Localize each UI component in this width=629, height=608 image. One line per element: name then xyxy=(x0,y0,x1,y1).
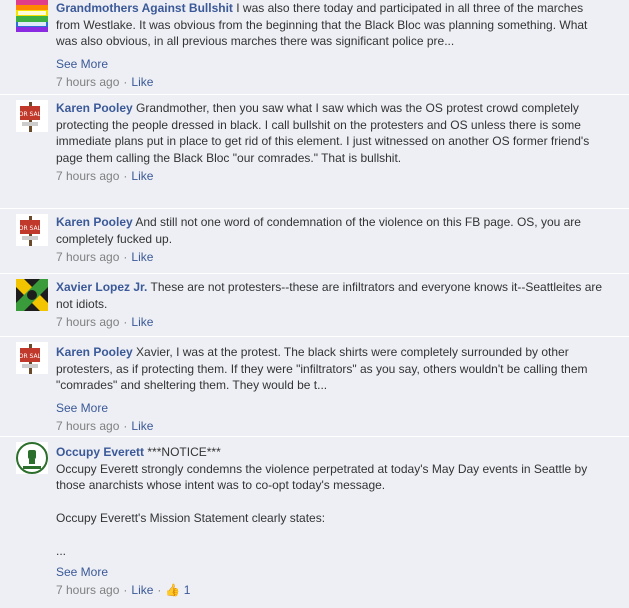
thumbs-up-icon: 👍 xyxy=(165,582,181,597)
comment-timestamp[interactable]: 7 hours ago xyxy=(56,583,119,597)
like-count-value: 1 xyxy=(183,582,191,597)
comment-item: Grandmothers Against Bullshit I was also… xyxy=(0,0,629,95)
comment-body: Karen Pooley And still not one word of c… xyxy=(56,210,609,247)
like-link[interactable]: Like xyxy=(131,583,153,597)
comment-body: Xavier Lopez Jr. These are not protester… xyxy=(56,275,609,312)
rainbow-strike-avatar[interactable] xyxy=(16,0,48,32)
comment-author[interactable]: Xavier Lopez Jr. xyxy=(56,280,147,294)
like-link[interactable]: Like xyxy=(131,250,153,264)
comment-author[interactable]: Karen Pooley xyxy=(56,345,133,359)
svg-text:FOR SALE: FOR SALE xyxy=(16,353,45,360)
comment-item: Xavier Lopez Jr. These are not protester… xyxy=(0,275,629,337)
for-sale-sign-avatar[interactable]: FOR SALE xyxy=(16,214,48,246)
comment-item: FOR SALE Karen Pooley Grandmother, then … xyxy=(0,96,629,209)
comment-author[interactable]: Karen Pooley xyxy=(56,215,133,229)
comment-timestamp[interactable]: 7 hours ago xyxy=(56,419,119,433)
like-link[interactable]: Like xyxy=(131,419,153,433)
comment-item: Occupy Everett ***NOTICE*** Occupy Evere… xyxy=(0,438,629,608)
comment-meta: 7 hours ago · Like · 👍 1 xyxy=(56,582,191,597)
comment-text: Xavier, I was at the protest. The black … xyxy=(56,345,588,392)
comment-author[interactable]: Occupy Everett xyxy=(56,445,144,459)
comment-meta: 7 hours ago · Like xyxy=(56,74,154,89)
see-more-link[interactable]: See More xyxy=(56,56,609,72)
comment-timestamp[interactable]: 7 hours ago xyxy=(56,250,119,264)
comment-body: Karen Pooley Xavier, I was at the protes… xyxy=(56,338,609,394)
see-more-link[interactable]: See More xyxy=(56,564,609,580)
comment-feed: Grandmothers Against Bullshit I was also… xyxy=(0,0,629,608)
comment-text-line: Occupy Everett strongly condemns the vio… xyxy=(56,461,588,493)
comment-author[interactable]: Grandmothers Against Bullshit xyxy=(56,1,233,15)
x-flag-avatar[interactable] xyxy=(16,279,48,311)
svg-text:FOR SALE: FOR SALE xyxy=(16,225,45,232)
comment-timestamp[interactable]: 7 hours ago xyxy=(56,75,119,89)
like-link[interactable]: Like xyxy=(131,75,153,89)
raised-fist-avatar[interactable] xyxy=(16,442,48,474)
comment-timestamp[interactable]: 7 hours ago xyxy=(56,169,119,183)
comment-item: FOR SALE Karen Pooley Xavier, I was at t… xyxy=(0,338,629,437)
comment-text: Grandmother, then you saw what I saw whi… xyxy=(56,101,590,165)
comment-body: Occupy Everett ***NOTICE*** Occupy Evere… xyxy=(56,438,609,560)
comment-meta: 7 hours ago · Like xyxy=(56,250,154,264)
comment-meta: 7 hours ago · Like xyxy=(56,315,154,329)
comment-author[interactable]: Karen Pooley xyxy=(56,101,133,115)
for-sale-sign-avatar[interactable]: FOR SALE xyxy=(16,342,48,374)
comment-text: ***NOTICE*** xyxy=(147,445,221,459)
like-link[interactable]: Like xyxy=(131,315,153,329)
comment-meta: 7 hours ago · Like xyxy=(56,418,154,433)
comment-text-line: Occupy Everett's Mission Statement clear… xyxy=(56,511,326,525)
comment-text-line: ... xyxy=(56,544,67,558)
comment-timestamp[interactable]: 7 hours ago xyxy=(56,315,119,329)
for-sale-sign-avatar[interactable]: FOR SALE xyxy=(16,100,48,132)
see-more-link[interactable]: See More xyxy=(56,400,609,416)
comment-text: And still not one word of condemnation o… xyxy=(56,215,581,246)
comment-meta: 7 hours ago · Like xyxy=(56,169,154,183)
like-link[interactable]: Like xyxy=(131,169,153,183)
comment-item: FOR SALE Karen Pooley And still not one … xyxy=(0,210,629,274)
comment-body: Karen Pooley Grandmother, then you saw w… xyxy=(56,96,609,166)
like-count[interactable]: 👍 1 xyxy=(165,583,190,597)
svg-text:FOR SALE: FOR SALE xyxy=(16,111,45,118)
comment-body: Grandmothers Against Bullshit I was also… xyxy=(56,0,609,50)
